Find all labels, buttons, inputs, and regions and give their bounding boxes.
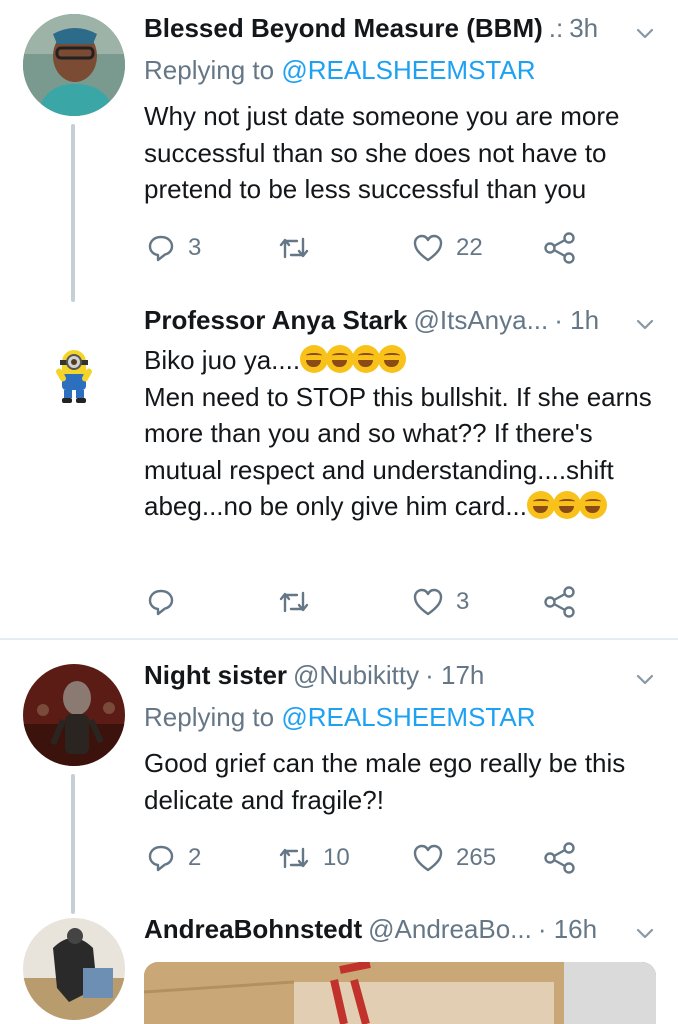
like-button[interactable]: 3 <box>412 582 469 622</box>
display-name[interactable]: Night sister <box>144 660 287 691</box>
replying-to: Replying to @REALSHEEMSTAR <box>144 52 536 88</box>
tweet-header: Professor Anya Stark @ItsAnya... · 1h <box>144 300 599 340</box>
chevron-down-icon[interactable] <box>634 22 656 44</box>
tweet-actions: 3 <box>144 582 594 622</box>
retweet-icon <box>279 591 309 613</box>
reply-button[interactable]: 3 <box>146 228 201 268</box>
retweet-icon <box>279 237 309 259</box>
like-count: 265 <box>456 844 497 871</box>
chevron-down-icon[interactable] <box>634 313 656 335</box>
display-name[interactable]: AndreaBohnstedt <box>144 914 362 945</box>
reply-icon <box>148 845 174 872</box>
like-button[interactable]: 22 <box>412 228 483 268</box>
retweet-count: 10 <box>323 844 350 871</box>
handle[interactable]: @ItsAnya... <box>413 305 548 336</box>
reply-button[interactable]: 2 <box>146 838 201 878</box>
rofl-emoji-icon <box>579 491 608 519</box>
timestamp[interactable]: 3h <box>569 13 598 44</box>
thread-line <box>71 124 75 302</box>
reply-button[interactable] <box>146 582 188 622</box>
tweet-text: Good grief can the male ego really be th… <box>144 748 626 815</box>
rofl-emoji-icon <box>300 345 329 373</box>
timestamp[interactable]: · 17h <box>425 660 484 691</box>
tweet-actions: 3 22 <box>144 228 594 268</box>
tweet-text: Why not just date someone you are more s… <box>144 101 620 204</box>
reply-icon <box>148 235 174 262</box>
tweet-header: Blessed Beyond Measure (BBM) .: 3h <box>144 8 598 48</box>
rofl-emoji-icon <box>326 345 355 373</box>
rofl-emoji-icon <box>553 491 582 519</box>
avatar[interactable] <box>23 14 125 116</box>
like-icon <box>413 844 443 872</box>
retweet-button[interactable] <box>277 582 323 622</box>
thread-line <box>71 774 75 914</box>
retweet-icon <box>279 847 309 869</box>
share-button[interactable] <box>543 838 577 878</box>
share-icon <box>544 842 575 874</box>
tweet-header: Night sister @Nubikitty · 17h <box>144 655 484 695</box>
mention-link[interactable]: @REALSHEEMSTAR <box>281 55 535 85</box>
like-icon <box>413 234 443 262</box>
reply-count: 2 <box>188 844 202 871</box>
retweet-button[interactable] <box>277 228 323 268</box>
chevron-down-icon[interactable] <box>634 668 656 690</box>
replying-to-label: Replying to <box>144 702 282 732</box>
handle[interactable]: @Nubikitty <box>293 660 419 691</box>
like-count: 3 <box>456 588 470 615</box>
share-button[interactable] <box>543 228 577 268</box>
reply-count: 3 <box>188 234 202 261</box>
display-name[interactable]: Professor Anya Stark <box>144 305 407 336</box>
timestamp[interactable]: · 1h <box>554 305 599 336</box>
tweet-text: Biko juo ya.... Men need to STOP this bu… <box>144 342 664 525</box>
tweet-text-line: Biko juo ya.... <box>144 345 301 375</box>
tweet-actions: 2 10 265 <box>144 838 594 878</box>
avatar[interactable] <box>23 918 125 1020</box>
rofl-emoji-icon <box>527 491 556 519</box>
rofl-emoji-icon <box>352 345 381 373</box>
chevron-down-icon[interactable] <box>634 922 656 944</box>
share-button[interactable] <box>543 582 577 622</box>
reply-icon <box>148 589 174 616</box>
rofl-emoji-icon <box>378 345 407 373</box>
replying-to-label: Replying to <box>144 55 282 85</box>
avatar[interactable] <box>23 664 125 766</box>
timestamp[interactable]: · 16h <box>538 914 597 945</box>
display-name[interactable]: Blessed Beyond Measure (BBM) <box>144 13 543 44</box>
retweet-button[interactable]: 10 <box>277 838 350 878</box>
like-icon <box>413 588 443 616</box>
mention-link[interactable]: @REALSHEEMSTAR <box>281 702 535 732</box>
handle[interactable]: .: <box>549 13 563 44</box>
tweet-media-image[interactable] <box>144 962 656 1024</box>
share-icon <box>544 232 575 264</box>
like-button[interactable]: 265 <box>412 838 496 878</box>
avatar[interactable] <box>48 344 100 406</box>
replying-to: Replying to @REALSHEEMSTAR <box>144 699 536 735</box>
handle[interactable]: @AndreaBo... <box>368 914 532 945</box>
like-count: 22 <box>456 234 483 261</box>
tweet-header: AndreaBohnstedt @AndreaBo... · 16h <box>144 909 597 949</box>
share-icon <box>544 586 575 618</box>
tweet-divider <box>0 638 678 640</box>
